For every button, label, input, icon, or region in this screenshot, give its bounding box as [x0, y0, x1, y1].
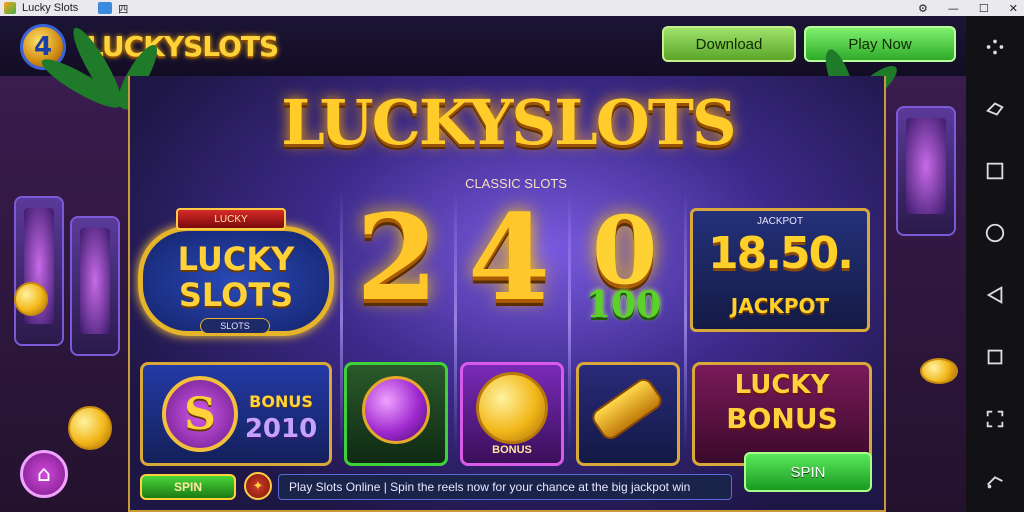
info-button[interactable]: ✦ [244, 472, 272, 500]
dots-icon [986, 39, 1004, 55]
jackpot-value: 18.50. [708, 228, 854, 279]
casino-background-right [886, 76, 966, 512]
home-button[interactable]: ⌂ [20, 450, 68, 498]
triangle-back-icon [986, 286, 1003, 304]
window-tab-icon[interactable] [98, 2, 113, 14]
gold-coin-icon [476, 372, 548, 444]
download-button[interactable]: Download [662, 26, 796, 62]
coin-icon [14, 282, 48, 316]
maximize-icon[interactable]: ☐ [979, 2, 989, 15]
slot-cabinet [70, 216, 120, 356]
nav-share-button[interactable] [966, 78, 1024, 140]
coin-icon [920, 358, 958, 384]
symbol-tile-label: BONUS [492, 444, 532, 456]
app-icon [4, 2, 16, 14]
logo-text: LUCKYSLOTS [86, 30, 279, 63]
hero-title: LUCKYSLOTS [281, 86, 736, 159]
lucky-bonus-line-2: BONUS [726, 402, 838, 435]
nav-window-button[interactable] [966, 326, 1024, 388]
circle-icon [985, 223, 1005, 243]
nav-dots-button[interactable] [966, 16, 1024, 78]
badge-ribbon: LUCKY [176, 208, 286, 230]
jackpot-label: JACKPOT [730, 294, 830, 318]
info-ticker: Play Slots Online | Spin the reels now f… [278, 474, 732, 500]
reel-divider [454, 190, 457, 450]
small-spin-button[interactable]: SPIN [140, 474, 236, 500]
share-icon [986, 102, 1004, 116]
reel-2-symbol: 4 [468, 188, 551, 327]
nav-fullscreen-button[interactable] [966, 388, 1024, 450]
close-icon[interactable]: ✕ [1009, 2, 1018, 15]
bonus-tile-label: BONUS [249, 392, 313, 411]
jackpot-header: JACKPOT [756, 216, 804, 227]
emulator-sidebar [966, 16, 1024, 512]
rotate-icon [987, 476, 1003, 489]
reel-3-small-value: 100 [586, 284, 662, 326]
nav-home-button[interactable] [966, 202, 1024, 264]
badge-line-2: SLOTS [178, 276, 294, 314]
badge-footer: SLOTS [200, 318, 270, 334]
slot-cabinet [896, 106, 956, 236]
badge-line-1: LUCKY [177, 240, 295, 278]
reel-divider [568, 190, 571, 450]
info-icon: ✦ [252, 478, 264, 494]
nav-rotate-button[interactable] [966, 450, 1024, 512]
minimize-icon[interactable]: — [948, 2, 959, 15]
small-square-icon [987, 349, 1003, 365]
square-icon [986, 162, 1004, 180]
coin-icon [68, 406, 112, 450]
home-icon: ⌂ [37, 461, 51, 487]
window-titlebar: Lucky Slots 四 ⚙ — ☐ ✕ [0, 0, 1024, 16]
s-symbol-icon: S [162, 376, 238, 452]
slot-cabinet [14, 196, 64, 346]
nav-back-button[interactable] [966, 264, 1024, 326]
window-title: Lucky Slots [22, 2, 79, 14]
window-controls: ⚙ — ☐ ✕ [918, 0, 1018, 16]
expand-icon [986, 410, 1004, 428]
lucky-bonus-line-1: LUCKY [734, 370, 830, 400]
reel-divider [340, 190, 343, 450]
settings-icon[interactable]: ⚙ [918, 2, 928, 15]
window-tab-label[interactable]: 四 [118, 1, 128, 16]
nav-recents-button[interactable] [966, 140, 1024, 202]
reel-divider [684, 190, 687, 450]
bonus-tile-number: 2010 [244, 414, 318, 444]
logo-number: 4 [33, 32, 53, 62]
reel-1-symbol: 2 [356, 188, 439, 327]
spin-button[interactable]: SPIN [744, 452, 872, 492]
purple-orb-icon [362, 376, 430, 444]
